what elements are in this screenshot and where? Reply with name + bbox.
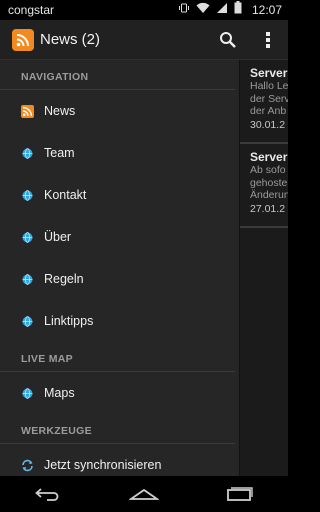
- drawer-item-regeln[interactable]: Regeln: [0, 258, 239, 300]
- rss-icon: [21, 104, 34, 118]
- drawer-item-news[interactable]: News: [0, 90, 239, 132]
- navigation-drawer: NAVIGATION News Team Kontakt Über Regeln: [0, 60, 240, 476]
- globe-icon: [21, 231, 34, 244]
- globe-icon: [21, 189, 34, 202]
- article-date: 27.01.2: [250, 202, 286, 215]
- section-header-werkzeuge: WERKZEUGE: [0, 414, 235, 444]
- globe-icon: [21, 273, 34, 286]
- section-header-navigation: NAVIGATION: [0, 60, 235, 90]
- drawer-item-label: Über: [44, 230, 72, 244]
- drawer-item-ueber[interactable]: Über: [0, 216, 239, 258]
- signal-icon: [216, 1, 228, 19]
- article-snippet: der Serv: [250, 92, 288, 105]
- drawer-item-label: Maps: [44, 386, 75, 400]
- article-snippet: der Anb: [250, 105, 287, 117]
- system-navigation-bar: [0, 476, 288, 512]
- drawer-item-label: Team: [44, 146, 75, 160]
- drawer-item-label: News: [44, 104, 76, 118]
- list-item[interactable]: Server Hallo Le der Serv der Anb 30.01.2: [240, 60, 288, 144]
- drawer-item-linktipps[interactable]: Linktipps: [0, 300, 239, 342]
- recent-apps-button[interactable]: [210, 476, 270, 512]
- globe-icon: [21, 147, 34, 160]
- recent-apps-icon: [227, 487, 253, 501]
- rss-app-icon[interactable]: [12, 28, 34, 51]
- back-icon: [35, 488, 59, 501]
- overflow-menu-button[interactable]: [248, 20, 288, 60]
- article-snippet: Hallo Le: [250, 80, 288, 92]
- article-snippet: Änderun: [250, 189, 288, 201]
- action-bar: News (2): [0, 20, 288, 60]
- drawer-item-kontakt[interactable]: Kontakt: [0, 174, 239, 216]
- article-title: Server: [250, 150, 288, 164]
- back-button[interactable]: [18, 476, 78, 512]
- article-snippet: Ab sofo: [250, 164, 286, 176]
- page-title: News (2): [40, 31, 101, 48]
- news-list: Server Hallo Le der Serv der Anb 30.01.2…: [240, 60, 288, 476]
- drawer-item-team[interactable]: Team: [0, 132, 239, 174]
- list-item[interactable]: Server Ab sofo gehoste Änderun 27.01.2: [240, 144, 288, 228]
- clock: 12:07: [251, 3, 282, 17]
- globe-icon: [21, 387, 34, 400]
- battery-icon: [234, 1, 242, 19]
- drawer-item-sync[interactable]: Jetzt synchronisieren: [0, 444, 239, 476]
- drawer-item-label: Jetzt synchronisieren: [44, 458, 162, 472]
- article-snippet: gehoste: [250, 176, 288, 189]
- sync-icon: [21, 459, 34, 472]
- drawer-item-label: Regeln: [44, 272, 84, 286]
- drawer-item-label: Linktipps: [44, 314, 94, 328]
- wifi-icon: [196, 1, 210, 19]
- home-button[interactable]: [114, 476, 174, 512]
- globe-icon: [21, 315, 34, 328]
- more-vertical-icon: [266, 31, 270, 48]
- drawer-item-label: Kontakt: [44, 188, 87, 202]
- search-button[interactable]: [208, 20, 248, 60]
- vibrate-icon: [178, 1, 190, 19]
- article-title: Server: [250, 66, 288, 80]
- carrier-name: congstar: [8, 3, 55, 17]
- section-header-live-map: LIVE MAP: [0, 342, 235, 372]
- search-icon: [220, 31, 236, 48]
- article-date: 30.01.2: [250, 118, 286, 131]
- status-bar: congstar 12:07: [0, 0, 288, 20]
- home-icon: [129, 488, 159, 500]
- drawer-item-maps[interactable]: Maps: [0, 372, 239, 414]
